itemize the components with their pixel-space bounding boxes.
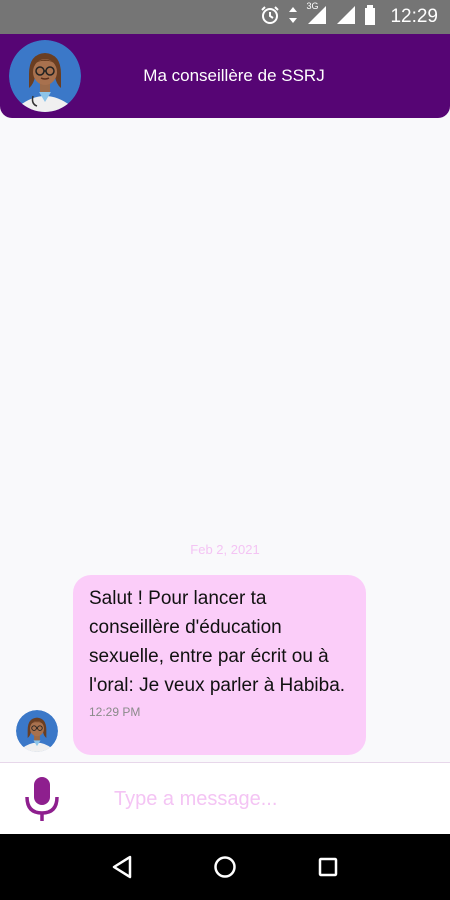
- chat-header: Ma conseillère de SSRJ: [0, 34, 450, 118]
- back-triangle-icon[interactable]: [102, 847, 142, 887]
- status-time: 12:29: [390, 6, 438, 27]
- header-title: Ma conseillère de SSRJ: [143, 66, 325, 85]
- signal-2-icon: [336, 5, 356, 30]
- alarm-clock-icon: [260, 5, 280, 30]
- system-nav-bar: [0, 834, 450, 900]
- battery-icon: [364, 4, 376, 30]
- signal-icon: 3G: [306, 1, 328, 30]
- data-transfer-icon: [288, 5, 298, 30]
- status-bar: 3G 12:29: [0, 0, 450, 34]
- message-input[interactable]: [112, 786, 416, 812]
- microphone-icon[interactable]: [22, 775, 62, 823]
- message-bubble[interactable]: Salut ! Pour lancer ta conseillère d'édu…: [73, 575, 366, 755]
- recents-square-icon[interactable]: [308, 847, 348, 887]
- message-composer: [0, 762, 450, 835]
- chat-messages-area[interactable]: Feb 2, 2021 Salut ! Pour lancer ta conse…: [0, 118, 450, 762]
- message-text: Salut ! Pour lancer ta conseillère d'édu…: [89, 588, 346, 696]
- message-timestamp: 12:29 PM: [89, 705, 141, 719]
- message-sender-avatar: [16, 710, 58, 752]
- date-separator: Feb 2, 2021: [190, 542, 260, 557]
- home-circle-icon[interactable]: [205, 847, 245, 887]
- network-label: 3G: [306, 0, 319, 11]
